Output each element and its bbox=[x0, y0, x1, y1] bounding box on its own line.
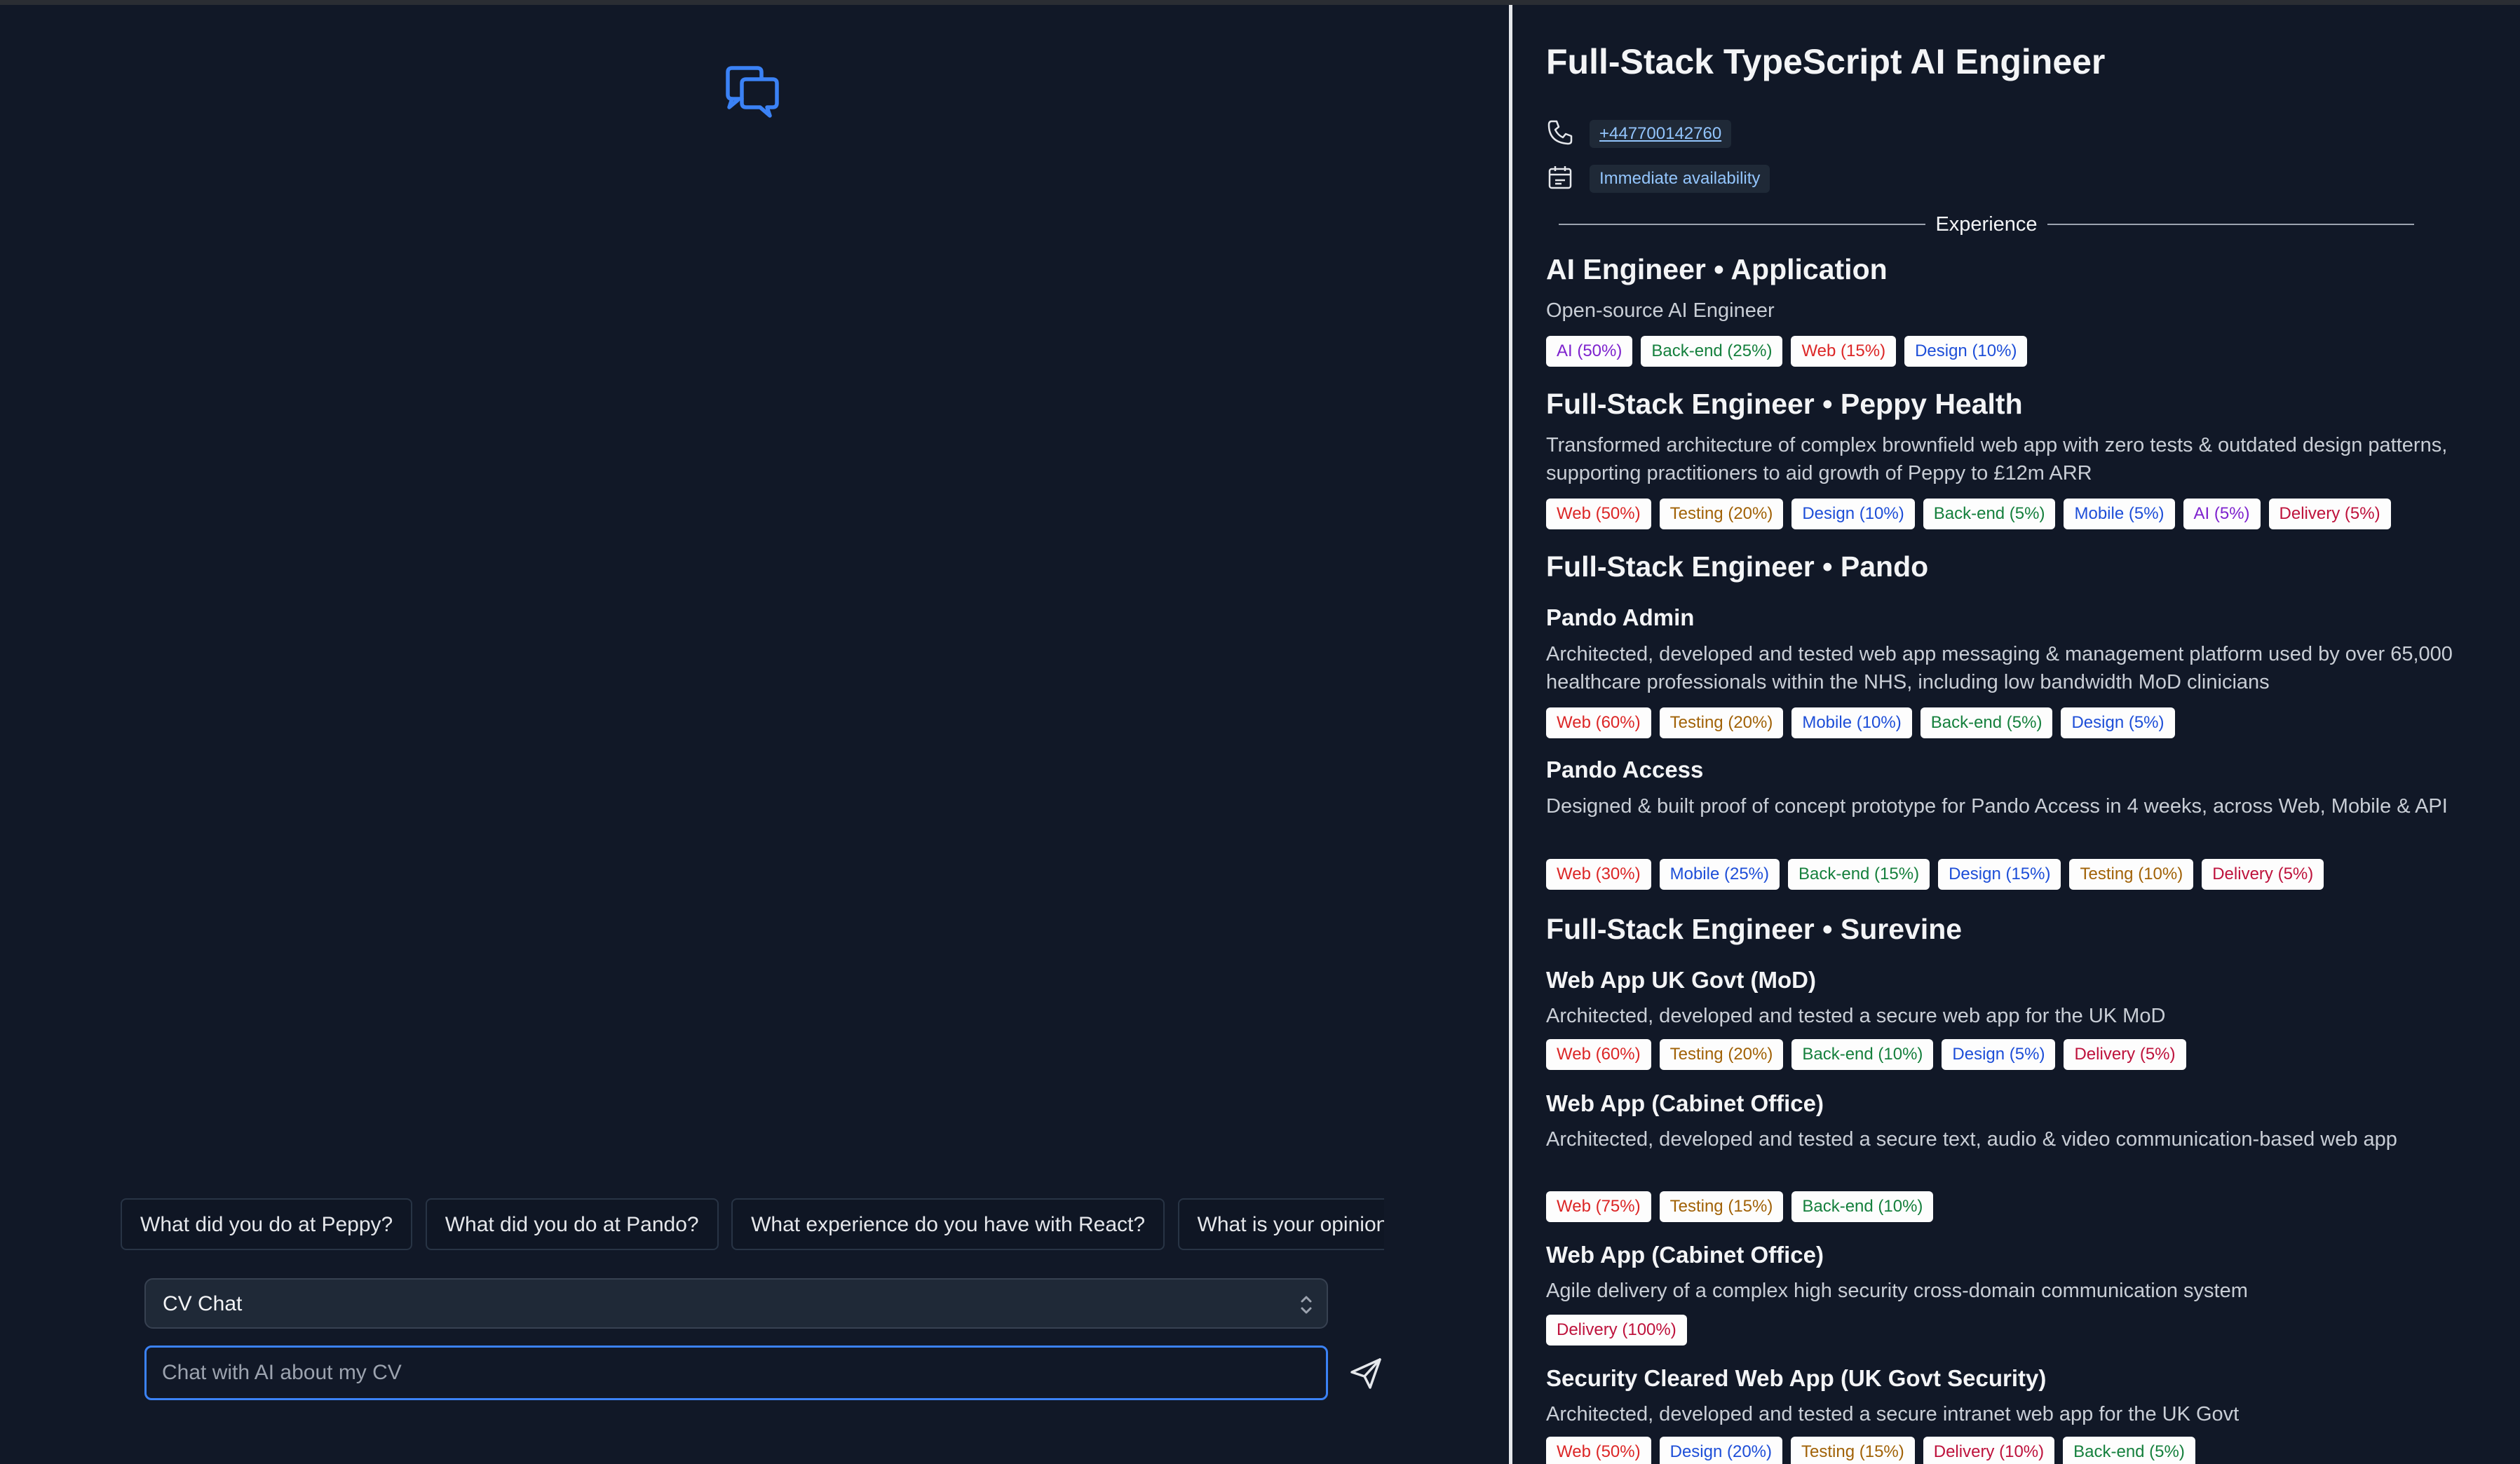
project-title: Pando Access bbox=[1546, 757, 1704, 782]
project-tags: Web (75%) Testing (15%) Back-end (10%) bbox=[1546, 1191, 1942, 1222]
role-description: Transformed architecture of complex brow… bbox=[1546, 434, 2448, 484]
skill-tag: Testing (15%) bbox=[1659, 1191, 1784, 1222]
project-title: Web App UK Govt (MoD) bbox=[1546, 967, 1816, 993]
chevron-up-down-icon bbox=[1301, 1296, 1312, 1314]
skill-tag: Back-end (25%) bbox=[1641, 336, 1783, 367]
role-title: Full-Stack Engineer • Pando bbox=[1546, 550, 1929, 583]
skill-tag: Web (50%) bbox=[1546, 1437, 1651, 1464]
skill-tag: Testing (10%) bbox=[2069, 859, 2194, 890]
role-description: Open-source AI Engineer bbox=[1546, 299, 1775, 322]
skill-tag: Design (20%) bbox=[1659, 1437, 1783, 1464]
skill-tag: Delivery (5%) bbox=[2268, 499, 2391, 529]
skill-tag: Design (10%) bbox=[1791, 499, 1915, 529]
project-tags: Web (30%) Mobile (25%) Back-end (15%) Desig… bbox=[1546, 859, 2332, 890]
project-description: Architected, developed and tested a secu… bbox=[1546, 1128, 2397, 1151]
skill-tag: Back-end (10%) bbox=[1791, 1039, 1934, 1070]
calendar-icon bbox=[1548, 166, 1572, 189]
project-title: Web App (Cabinet Office) bbox=[1546, 1242, 1824, 1268]
skill-tag: Back-end (10%) bbox=[1791, 1191, 1934, 1222]
chat-mode-select[interactable]: CV Chat bbox=[144, 1278, 1328, 1329]
availability-badge: Immediate availability bbox=[1590, 165, 1770, 193]
project-title: Security Cleared Web App (UK Govt Securi… bbox=[1546, 1365, 2047, 1391]
suggestion-chips: What did you do at Peppy? What did you d… bbox=[121, 1198, 1384, 1250]
skill-tag: AI (5%) bbox=[2183, 499, 2261, 529]
skill-tag: Back-end (15%) bbox=[1788, 859, 1930, 890]
skill-tag: Delivery (10%) bbox=[1923, 1437, 2055, 1464]
skill-tag: Design (10%) bbox=[1904, 336, 2028, 367]
role-tags: Web (50%) Testing (20%) Design (10%) Back-e… bbox=[1546, 499, 2399, 529]
role-title: Full-Stack Engineer • Peppy Health bbox=[1546, 388, 2023, 420]
skill-tag: Testing (20%) bbox=[1659, 1039, 1784, 1070]
window-top-edge bbox=[0, 0, 2520, 5]
project-description: Designed & built proof of concept protot… bbox=[1546, 795, 2448, 818]
suggestion-chip[interactable]: What did you do at Pando? bbox=[425, 1198, 719, 1250]
project-description: Architected, developed and tested web ap… bbox=[1546, 643, 2453, 693]
skill-tag: Testing (20%) bbox=[1659, 707, 1784, 738]
phone-icon bbox=[1547, 120, 1573, 145]
skill-tag: Web (60%) bbox=[1546, 1039, 1651, 1070]
project-description: Agile delivery of a complex high securit… bbox=[1546, 1280, 2248, 1302]
project-description: Architected, developed and tested a secu… bbox=[1546, 1403, 2240, 1425]
skill-tag: Mobile (10%) bbox=[1791, 707, 1912, 738]
suggestion-chip[interactable]: What did you do at Peppy? bbox=[121, 1198, 413, 1250]
project-tags: Web (50%) Design (20%) Testing (15%) Delive… bbox=[1546, 1437, 2204, 1464]
phone-link[interactable]: +447700142760 bbox=[1590, 120, 1732, 148]
skill-tag: Web (75%) bbox=[1546, 1191, 1651, 1222]
skill-tag: AI (50%) bbox=[1546, 336, 1633, 367]
role-title: AI Engineer • Application bbox=[1546, 253, 1888, 285]
skill-tag: Web (15%) bbox=[1791, 336, 1897, 367]
project-tags: Web (60%) Testing (20%) Back-end (10%) Desi… bbox=[1546, 1039, 2195, 1070]
chat-bubbles-icon bbox=[726, 66, 779, 118]
skill-tag: Delivery (5%) bbox=[2064, 1039, 2186, 1070]
skill-tag: Web (50%) bbox=[1546, 499, 1651, 529]
role-title: Full-Stack Engineer • Surevine bbox=[1546, 913, 1963, 945]
project-title: Web App (Cabinet Office) bbox=[1546, 1090, 1824, 1116]
chat-mode-select-value: CV Chat bbox=[163, 1292, 243, 1315]
chat-input[interactable] bbox=[144, 1346, 1328, 1400]
skill-tag: Delivery (5%) bbox=[2202, 859, 2324, 890]
suggestion-chip[interactable]: What is your opinion o bbox=[1177, 1198, 1384, 1250]
skill-tag: Back-end (5%) bbox=[1923, 499, 2056, 529]
project-tags: Web (60%) Testing (20%) Mobile (10%) Back-e… bbox=[1546, 707, 2183, 738]
skill-tag: Mobile (5%) bbox=[2064, 499, 2175, 529]
skill-tag: Testing (15%) bbox=[1791, 1437, 1915, 1464]
skill-tag: Testing (20%) bbox=[1659, 499, 1784, 529]
cv-title: Full-Stack TypeScript AI Engineer bbox=[1546, 42, 2106, 81]
cv-panel: Full-Stack TypeScript AI Engineer +44770… bbox=[1512, 5, 2520, 1464]
skill-tag: Web (60%) bbox=[1546, 707, 1651, 738]
skill-tag: Back-end (5%) bbox=[1920, 707, 2053, 738]
skill-tag: Design (15%) bbox=[1938, 859, 2061, 890]
skill-tag: Design (5%) bbox=[1942, 1039, 2056, 1070]
role-tags: AI (50%) Back-end (25%) Web (15%) Design (1… bbox=[1546, 336, 2035, 367]
project-title: Pando Admin bbox=[1546, 604, 1695, 630]
project-description: Architected, developed and tested a secu… bbox=[1546, 1005, 2166, 1027]
experience-divider: Experience bbox=[1559, 212, 2414, 236]
chat-panel: What did you do at Peppy? What did you d… bbox=[0, 5, 1509, 1464]
project-tags: Delivery (100%) bbox=[1546, 1315, 1695, 1346]
skill-tag: Web (30%) bbox=[1546, 859, 1651, 890]
skill-tag: Delivery (100%) bbox=[1546, 1315, 1687, 1346]
suggestion-chip[interactable]: What experience do you have with React? bbox=[731, 1198, 1165, 1250]
skill-tag: Back-end (5%) bbox=[2063, 1437, 2195, 1464]
send-icon[interactable] bbox=[1349, 1357, 1383, 1390]
skill-tag: Mobile (25%) bbox=[1659, 859, 1780, 890]
experience-heading: Experience bbox=[1559, 212, 2414, 236]
skill-tag: Design (5%) bbox=[2061, 707, 2175, 738]
